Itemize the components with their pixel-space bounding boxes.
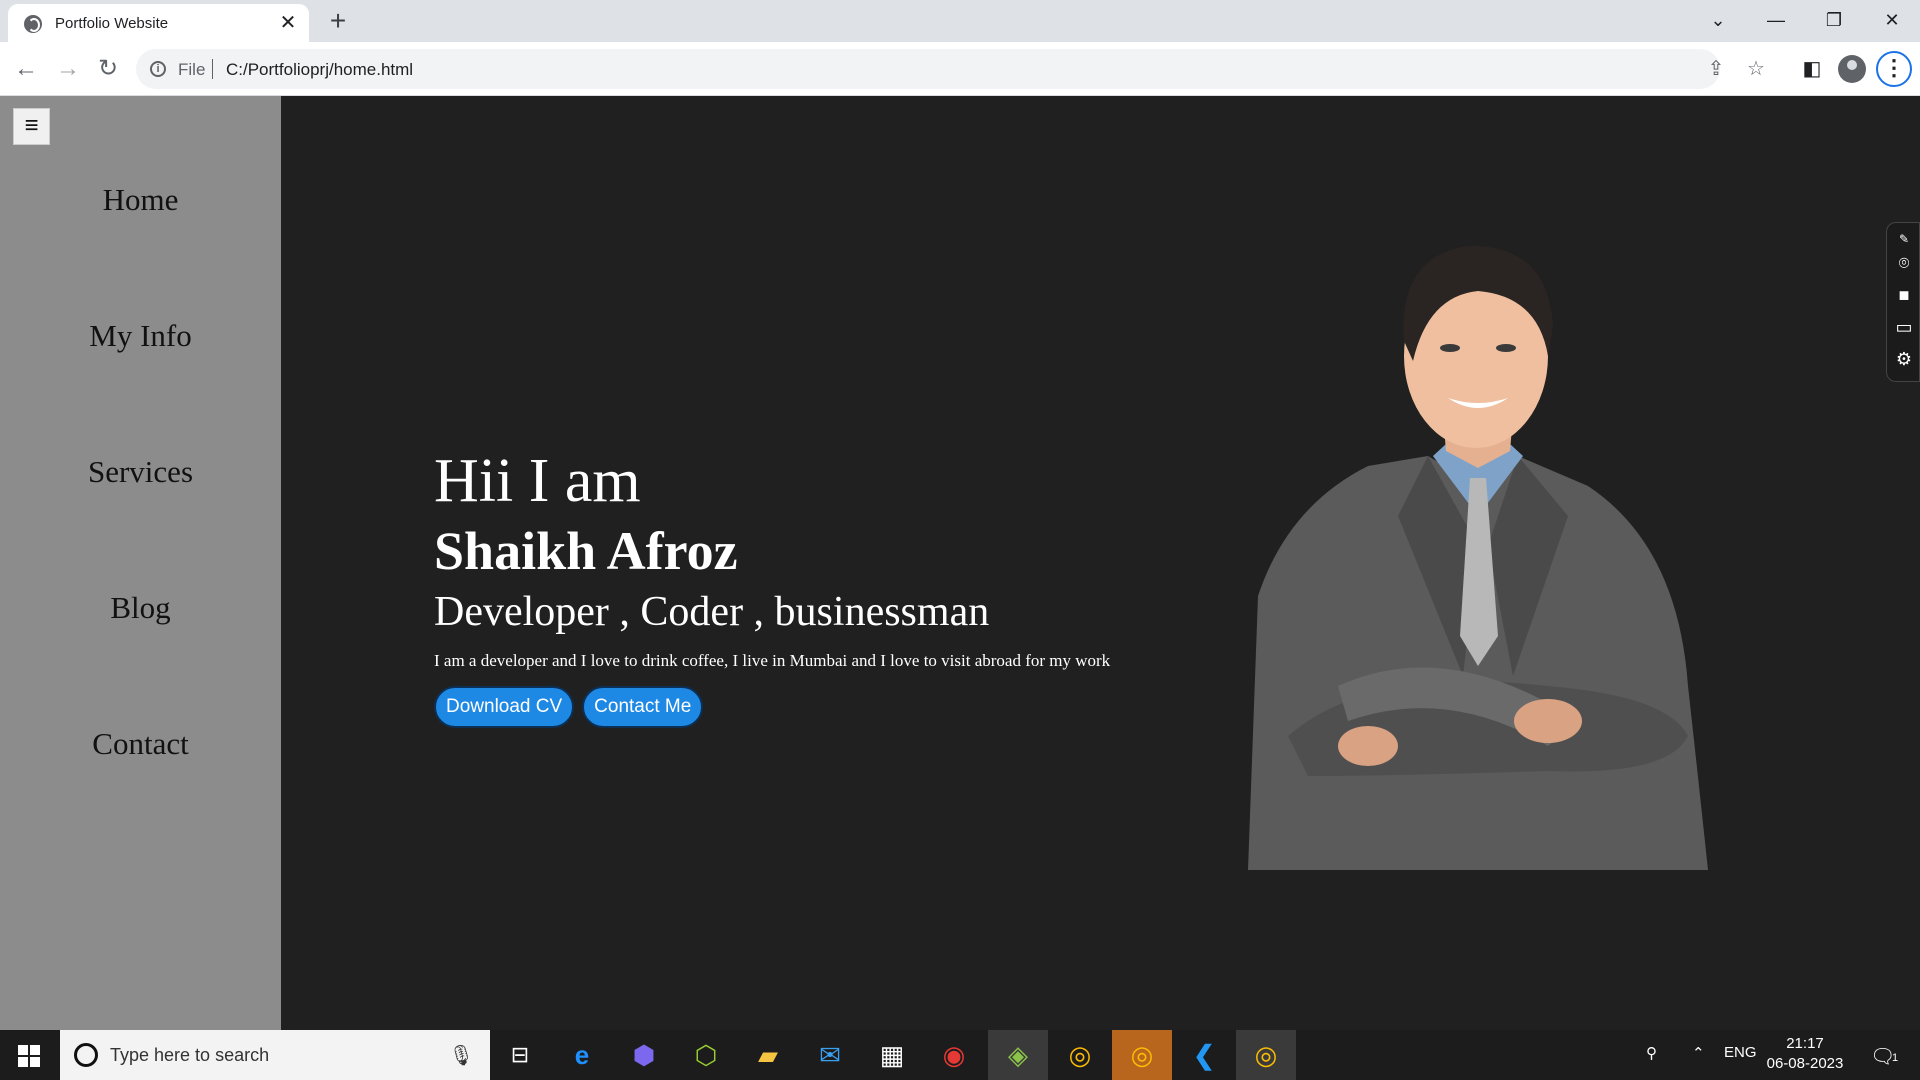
language-indicator[interactable]: ENG: [1724, 1044, 1757, 1061]
sidebar-item-home[interactable]: Home: [0, 182, 281, 218]
hamburger-menu-icon[interactable]: ≡: [13, 108, 50, 145]
hero-greeting: Hii I am: [434, 447, 641, 515]
side-panel-icon[interactable]: ◧: [1796, 53, 1828, 85]
chrome-beta-icon[interactable]: ◎: [1122, 1035, 1162, 1075]
address-bar[interactable]: i File C:/Portfolioprj/home.html ⇪ ☆: [136, 49, 1765, 89]
share-icon[interactable]: ⇪: [1704, 57, 1728, 81]
app-icon[interactable]: ◈: [998, 1035, 1038, 1075]
url-scheme: File: [178, 60, 206, 79]
kebab-menu-icon[interactable]: ⋮: [1876, 51, 1912, 87]
window-capture-icon[interactable]: ▭: [1894, 317, 1914, 337]
video-camera-icon[interactable]: ■: [1894, 285, 1914, 305]
chrome-icon[interactable]: ◎: [1060, 1035, 1100, 1075]
search-placeholder: Type here to search: [110, 1045, 270, 1065]
clock-date: 06-08-2023: [1766, 1055, 1844, 1072]
cortana-icon: [74, 1043, 98, 1067]
camera-icon[interactable]: ⌾: [1894, 253, 1914, 273]
taskbar-clock[interactable]: 21:17 06-08-2023: [1760, 1034, 1850, 1074]
people-icon[interactable]: ⚲: [1646, 1044, 1657, 1062]
notification-count: 1: [1892, 1052, 1899, 1064]
tab-title: Portfolio Website: [55, 15, 169, 32]
sidebar-item-blog[interactable]: Blog: [0, 590, 281, 626]
url-text[interactable]: C:/Portfolioprj/home.html: [226, 60, 413, 80]
profile-photo: [1248, 245, 1708, 870]
browser-toolbar: ← → ↻ i File C:/Portfolioprj/home.html ⇪…: [0, 42, 1920, 96]
close-tab-icon[interactable]: ✕: [277, 12, 299, 34]
forward-arrow-icon[interactable]: →: [52, 53, 84, 85]
hero-section: Hii I am Shaikh Afroz Developer , Coder …: [434, 446, 1110, 728]
microphone-icon[interactable]: 🎙: [449, 1043, 474, 1068]
back-arrow-icon[interactable]: ←: [10, 53, 42, 85]
hero-name: Shaikh Afroz: [434, 521, 738, 581]
windows-taskbar: Type here to search 🎙 ⊟ e ⬢ ⬡ ▰ ✉ ▦ ◉ ◈ …: [0, 1030, 1920, 1080]
bookmark-star-icon[interactable]: ☆: [1744, 57, 1768, 81]
hero-roles: Developer , Coder , businessman: [434, 589, 990, 635]
mail-icon[interactable]: ✉: [810, 1035, 850, 1075]
close-window-button[interactable]: ✕: [1864, 0, 1920, 40]
new-tab-button[interactable]: +: [322, 6, 354, 36]
clock-time: 21:17: [1786, 1035, 1824, 1052]
store-icon[interactable]: ▦: [872, 1035, 912, 1075]
windows-start-icon[interactable]: [18, 1045, 40, 1067]
globe-icon: [24, 15, 42, 33]
3d-viewer-icon[interactable]: ⬡: [686, 1035, 726, 1075]
screen-recorder-icon[interactable]: ◉: [934, 1035, 974, 1075]
tab-search-button[interactable]: ⌄: [1690, 0, 1746, 40]
chrome-active-icon[interactable]: ◎: [1246, 1035, 1286, 1075]
browser-tabstrip: Portfolio Website ✕ + ⌄ — ❐ ✕: [0, 0, 1920, 42]
sidebar-item-services[interactable]: Services: [0, 454, 281, 490]
file-explorer-icon[interactable]: ▰: [748, 1035, 788, 1075]
edge-icon[interactable]: e: [562, 1035, 602, 1075]
profile-avatar-icon[interactable]: [1838, 55, 1866, 83]
minimize-button[interactable]: —: [1748, 0, 1804, 40]
info-icon[interactable]: i: [150, 61, 166, 77]
capture-toolbar: ✎ ⌾ ■ ▭ ⚙: [1886, 222, 1920, 382]
reload-icon[interactable]: ↻: [92, 53, 124, 85]
hero-buttons: Download CV Contact Me: [434, 686, 1110, 728]
download-cv-button[interactable]: Download CV: [434, 686, 575, 728]
pin-icon[interactable]: ✎: [1894, 229, 1914, 249]
vscode-icon[interactable]: ❮: [1184, 1035, 1224, 1075]
task-view-icon[interactable]: ⊟: [500, 1035, 540, 1075]
hero-description: I am a developer and I love to drink cof…: [434, 651, 1111, 670]
browser-tab[interactable]: Portfolio Website ✕: [8, 4, 309, 42]
copilot-icon[interactable]: ⬢: [624, 1035, 664, 1075]
sidebar-item-my-info[interactable]: My Info: [0, 318, 281, 354]
portfolio-page: ≡ Home My Info Services Blog Contact Hii…: [0, 96, 1920, 1030]
taskbar-search-input[interactable]: Type here to search 🎙: [60, 1030, 490, 1080]
contact-me-button[interactable]: Contact Me: [582, 686, 704, 728]
sidebar-item-contact[interactable]: Contact: [0, 726, 281, 762]
sidebar-nav: ≡ Home My Info Services Blog Contact: [0, 96, 281, 1030]
restore-button[interactable]: ❐: [1806, 0, 1862, 40]
show-hidden-icons-icon[interactable]: ⌃: [1692, 1044, 1705, 1062]
url-separator: [212, 59, 213, 79]
gear-icon[interactable]: ⚙: [1894, 349, 1914, 369]
